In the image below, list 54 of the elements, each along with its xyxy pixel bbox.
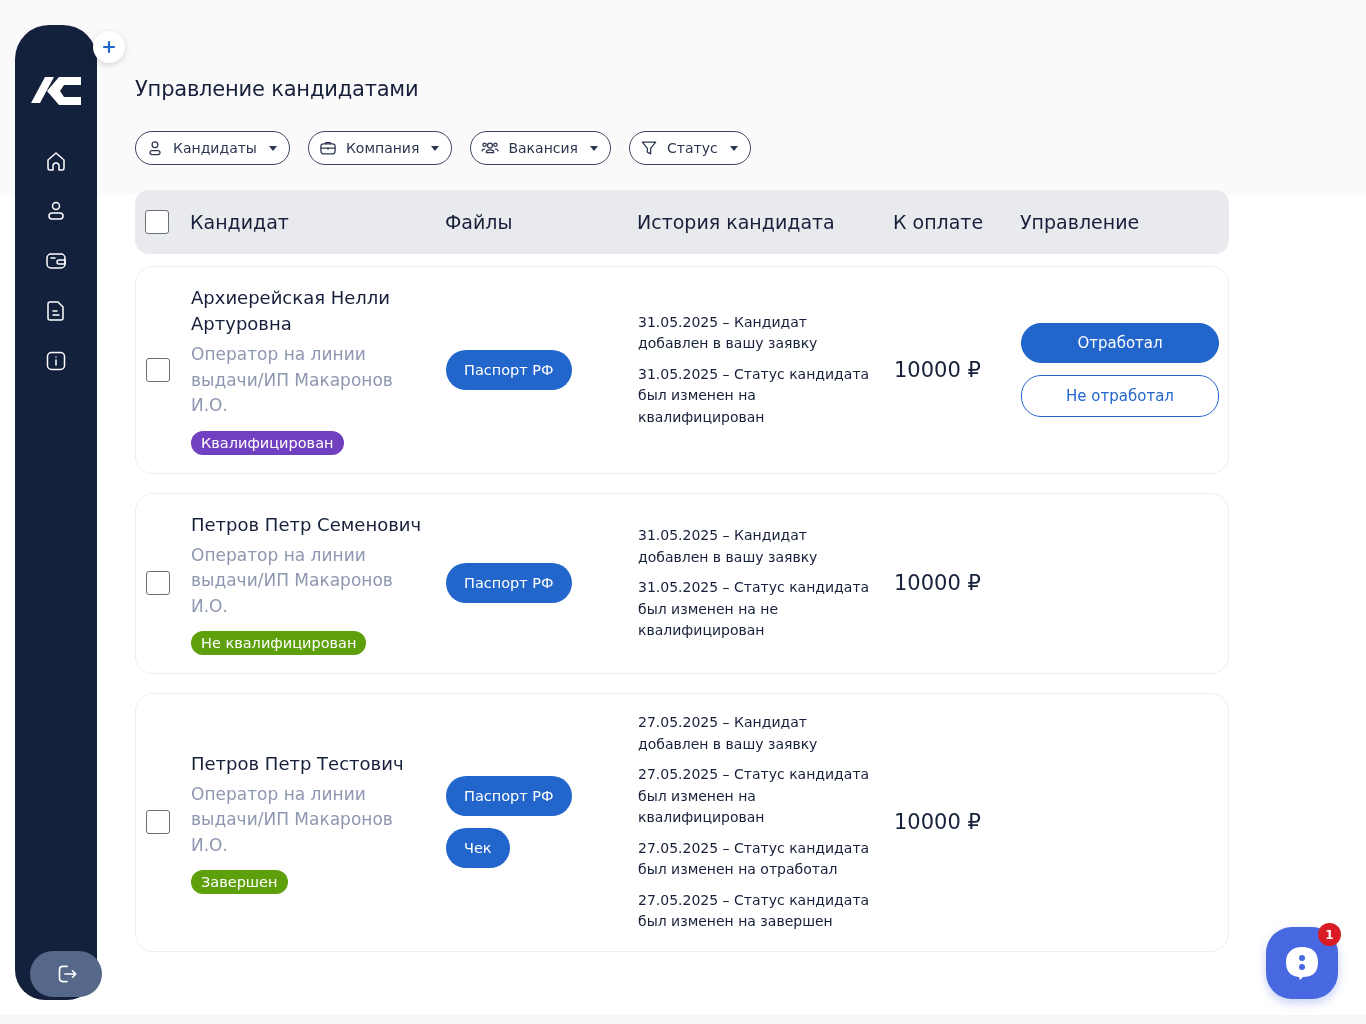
column-header: К оплате [893, 211, 985, 233]
file-button[interactable]: Паспорт РФ [446, 776, 572, 817]
history-entry: 27.05.2025 – Статус кандидата был изменен на завершен [638, 890, 870, 931]
position-text: Оператор на линии выдачи/ИП Макаронов И.О. [191, 543, 394, 618]
history-entry: 27.05.2025 – Статус кандидата был изменен на квалифицирован [638, 765, 870, 827]
column-header: Управление [1020, 211, 1141, 233]
checkbox[interactable] [146, 571, 170, 596]
payment-amount: 10000 ₽ [894, 571, 982, 596]
history-entry: 31.05.2025 – Кандидат добавлен в вашу заявку [638, 312, 819, 353]
filter-dropdown[interactable]: Кандидаты [135, 131, 290, 165]
action-button[interactable]: Не отработал [1021, 374, 1219, 417]
history-entry: 31.05.2025 – Кандидат добавлен в вашу заявку [638, 526, 819, 567]
info-icon [44, 349, 68, 373]
history-entry: 27.05.2025 – Кандидат добавлен в вашу заявку [638, 713, 819, 754]
caret-icon [268, 145, 277, 151]
history-entry: 31.05.2025 – Статус кандидата был изменен на квалифицирован [638, 364, 870, 427]
logo-icon [31, 77, 81, 105]
filter-dropdown[interactable]: Компания [307, 131, 453, 165]
page-title: Управление кандидатами [135, 77, 420, 101]
position-text: Оператор на линии выдачи/ИП Макаронов И.О. [191, 782, 394, 857]
status-tag: Не квалифицирован [191, 631, 367, 655]
history-entry: 27.05.2025 – Статус кандидата был изменен на отработал [638, 838, 870, 879]
file-button[interactable]: Чек [446, 828, 510, 869]
home-icon [44, 149, 68, 173]
history-entry: 31.05.2025 – Статус кандидата был изменен на не квалифицирован [638, 578, 870, 640]
file-button[interactable]: Паспорт РФ [446, 349, 572, 390]
caret-icon [431, 145, 440, 151]
payment-amount: 10000 ₽ [894, 357, 982, 382]
add-button[interactable] [93, 31, 125, 63]
status-tag: Квалифицирован [191, 430, 344, 455]
payment-amount: 10000 ₽ [894, 810, 982, 835]
notification-badge: 1 [1318, 923, 1341, 946]
home-button[interactable] [44, 149, 68, 173]
logout-button[interactable] [30, 951, 102, 997]
file-button[interactable]: Паспорт РФ [446, 563, 572, 604]
action-button[interactable]: Отработал [1021, 322, 1219, 363]
column-header: История кандидата [637, 211, 836, 233]
column-header: Файлы [445, 211, 514, 233]
checkbox[interactable] [146, 357, 170, 382]
position-text: Оператор на линии выдачи/ИП Макаронов И.О. [191, 343, 394, 417]
status-tag: Завершен [191, 870, 288, 894]
checkbox[interactable] [146, 810, 170, 835]
info-button[interactable] [44, 349, 68, 373]
plus-icon [102, 40, 116, 54]
filter-dropdown[interactable]: Вакансия [470, 131, 611, 165]
candidate-name: Архиерейская Нелли Артуровна [191, 286, 392, 336]
chat-button[interactable] [1266, 927, 1338, 999]
select-all-checkbox[interactable] [145, 210, 169, 234]
filter-dropdown[interactable]: Статус [629, 131, 751, 165]
caret-icon [590, 145, 598, 151]
candidate-name: Петров Петр Семенович [191, 512, 422, 537]
candidate-name: Петров Петр Тестович [191, 751, 404, 776]
column-header: Кандидат [190, 211, 290, 233]
caret-icon [729, 145, 738, 151]
